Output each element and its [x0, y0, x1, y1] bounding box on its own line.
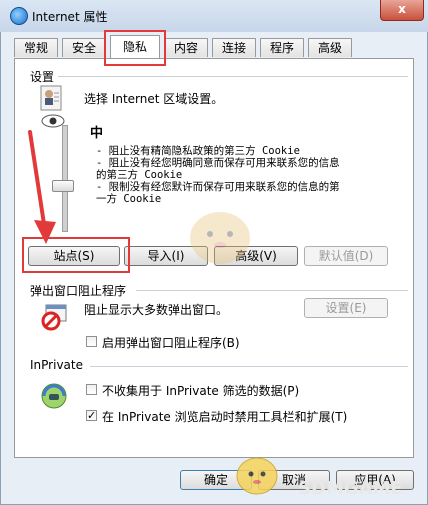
privacy-level-description: - 阻止没有精简隐私政策的第三方 Cookie - 阻止没有经您明确同意而保存可…	[96, 145, 396, 205]
disable-toolbars-label[interactable]: 在 InPrivate 浏览启动时禁用工具栏和扩展(T)	[102, 408, 347, 425]
internet-explorer-icon	[10, 7, 28, 25]
tab-programs[interactable]: 程序	[260, 38, 304, 57]
popup-blocker-group-label: 弹出窗口阻止程序	[30, 284, 127, 298]
tab-advanced[interactable]: 高级	[308, 38, 352, 57]
popup-blocker-icon	[40, 302, 70, 332]
tab-security[interactable]: 安全	[62, 38, 106, 57]
annotation-arrow	[26, 128, 66, 248]
desc-line: - 阻止没有精简隐私政策的第三方 Cookie	[96, 145, 300, 157]
popup-settings-button: 设置(E)	[304, 298, 388, 318]
default-button: 默认值(D)	[304, 246, 388, 266]
disable-toolbars-checkbox[interactable]: ✓	[86, 410, 97, 421]
settings-divider	[58, 76, 408, 77]
inprivate-icon	[38, 380, 70, 412]
desc-line: - 限制没有经您默许而保存可用来联系您的信息的第	[96, 181, 340, 193]
watermark-mascot-icon	[180, 200, 260, 270]
no-collect-data-checkbox[interactable]	[86, 384, 97, 395]
privacy-level-name: 中	[90, 126, 104, 141]
enable-popup-blocker-label[interactable]: 启用弹出窗口阻止程序(B)	[102, 334, 240, 351]
inprivate-divider	[90, 366, 408, 367]
close-button[interactable]: x	[380, 0, 424, 21]
tab-content[interactable]: 内容	[164, 38, 208, 57]
highlight-box-sites-button	[22, 237, 130, 273]
enable-popup-blocker-checkbox[interactable]	[86, 336, 97, 347]
highlight-box-privacy-tab	[104, 30, 166, 66]
watermark-mascot-small-icon	[232, 448, 282, 498]
popup-divider	[136, 290, 408, 291]
no-collect-data-label[interactable]: 不收集用于 InPrivate 筛选的数据(P)	[102, 382, 299, 399]
check-mark-icon: ✓	[87, 409, 97, 422]
privacy-settings-icon	[38, 84, 66, 112]
zone-prompt: 选择 Internet 区域设置。	[84, 92, 224, 106]
settings-group-label: 设置	[30, 70, 55, 84]
popup-blocker-description: 阻止显示大多数弹出窗口。	[84, 303, 229, 317]
desc-line: - 阻止没有经您明确同意而保存可用来联系您的信息	[96, 157, 340, 169]
tab-general[interactable]: 常规	[14, 38, 58, 57]
desc-line: 的第三方 Cookie	[96, 169, 183, 181]
tab-connections[interactable]: 连接	[212, 38, 256, 57]
inprivate-group-label: InPrivate	[30, 358, 83, 372]
watermark-text: SDMGAME	[298, 478, 403, 499]
window-title: Internet 属性	[32, 10, 108, 24]
